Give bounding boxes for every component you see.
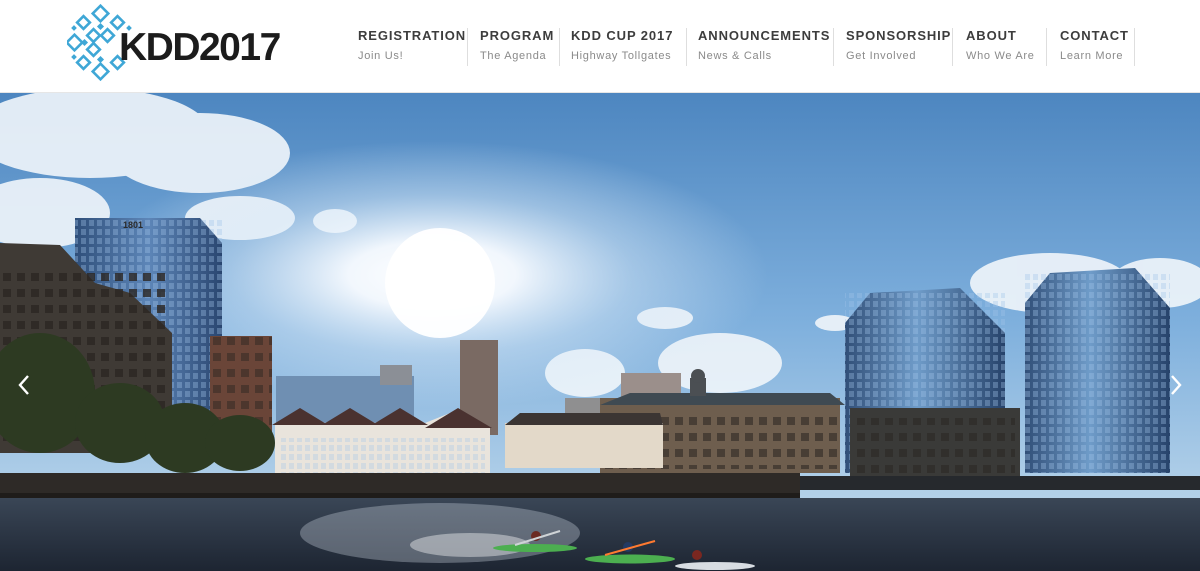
nav-subtitle-program: The Agenda [480,50,547,62]
nav-subtitle-announcements: News & Calls [698,50,772,62]
nav-item-about[interactable]: ABOUT Who We Are [966,28,1047,66]
nav-divider [467,28,468,66]
hero-slider: 1801 [0,93,1200,571]
nav-title-kdd-cup: KDD CUP 2017 [571,28,674,43]
logo-text: KDD2017 [119,26,281,69]
nav-title-about: ABOUT [966,28,1017,43]
nav-item-kdd-cup[interactable]: KDD CUP 2017 Highway Tollgates [571,28,687,66]
nav-divider [686,28,687,66]
nav-item-sponsorship[interactable]: SPONSORSHIP Get Involved [846,28,953,66]
building-sign-text: 1801 [123,220,143,230]
nav-divider [833,28,834,66]
nav-title-registration: REGISTRATION [358,28,467,43]
site-logo[interactable]: KDD2017 [67,4,307,82]
site-header: KDD2017 REGISTRATION Join Us! PROGRAM Th… [0,0,1200,93]
nav-title-contact: CONTACT [1060,28,1129,43]
nav-divider [952,28,953,66]
nav-subtitle-registration: Join Us! [358,50,404,62]
nav-subtitle-sponsorship: Get Involved [846,50,917,62]
nav-item-program[interactable]: PROGRAM The Agenda [480,28,560,66]
nav-item-registration[interactable]: REGISTRATION Join Us! [358,28,468,66]
nav-divider [1134,28,1135,66]
nav-subtitle-kdd-cup: Highway Tollgates [571,50,672,62]
chevron-left-icon [18,375,29,395]
nav-subtitle-contact: Learn More [1060,50,1124,62]
nav-title-announcements: ANNOUNCEMENTS [698,28,831,43]
page: KDD2017 REGISTRATION Join Us! PROGRAM Th… [0,0,1200,571]
nav-title-sponsorship: SPONSORSHIP [846,28,952,43]
nav-divider [559,28,560,66]
chevron-right-icon [1171,375,1182,395]
slider-next-button[interactable] [1163,365,1189,405]
nav-title-program: PROGRAM [480,28,555,43]
halifax-waterfront-photo: 1801 [0,93,1200,571]
slider-prev-button[interactable] [11,365,37,405]
nav-divider [1046,28,1047,66]
nav-item-contact[interactable]: CONTACT Learn More [1060,28,1135,66]
nav-item-announcements[interactable]: ANNOUNCEMENTS News & Calls [698,28,834,66]
nav-subtitle-about: Who We Are [966,50,1035,62]
